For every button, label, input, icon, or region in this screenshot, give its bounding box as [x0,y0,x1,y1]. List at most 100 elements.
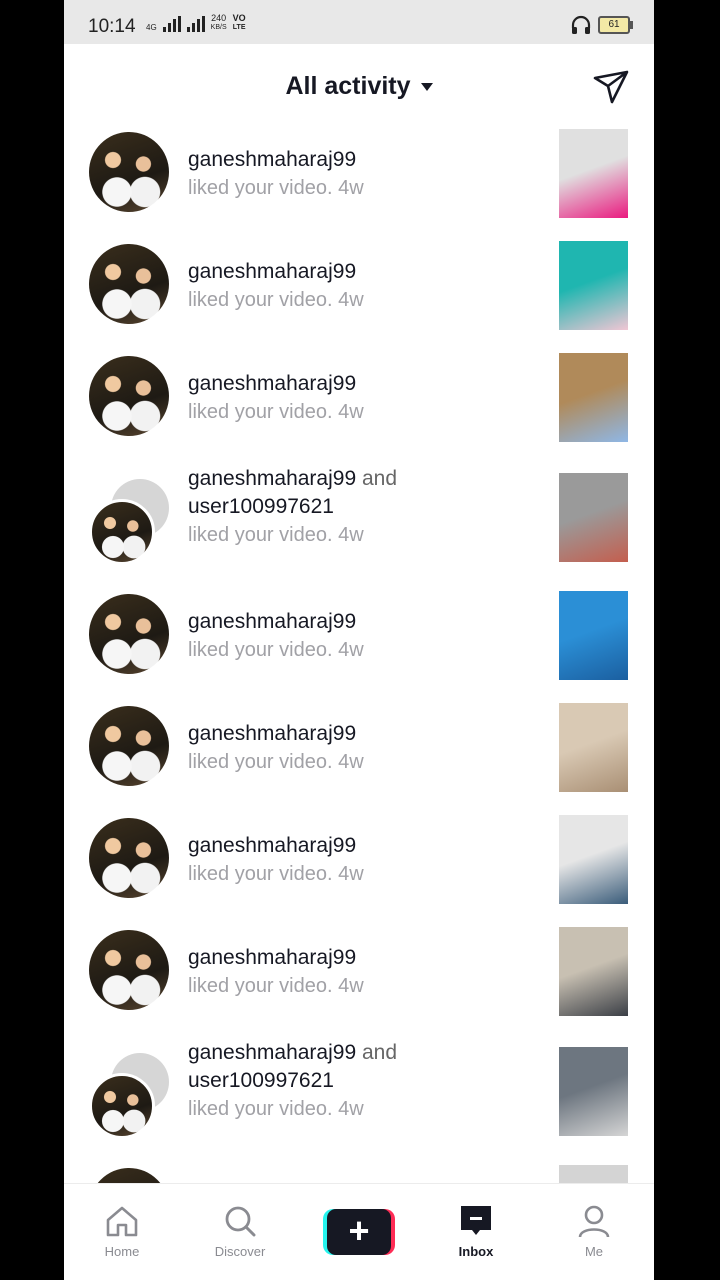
nav-me-label: Me [584,1244,604,1259]
action-text: liked your video. [188,639,333,661]
inbox-header: All activity [64,60,654,116]
activity-filter-dropdown[interactable]: All activity [64,72,654,101]
activity-row[interactable]: ganeshmaharaj99 liked your video. 4w [64,349,654,461]
avatar[interactable] [89,1168,169,1183]
video-thumbnail[interactable] [559,927,628,1016]
activity-row[interactable]: ganeshmaharaj99 liked your video. 4w [64,587,654,699]
stacked-avatars[interactable] [89,1053,175,1139]
avatar[interactable] [89,706,169,786]
nav-me[interactable]: Me [554,1202,634,1259]
create-video-button[interactable]: + [323,1209,395,1255]
activity-row[interactable]: ganeshmaharaj99 and user100997621 liked yo… [64,1035,654,1161]
activity-row[interactable]: ganeshmaharaj99 liked your video. 4w [64,237,654,349]
volte-bottom: LTE [232,24,246,31]
username[interactable]: ganeshmaharaj99 [188,467,356,490]
activity-row[interactable]: ganeshmaharaj99 liked your video. 4w [64,699,654,811]
timestamp: 4w [338,177,364,199]
username[interactable]: ganeshmaharaj99 [188,944,528,972]
avatar [89,1073,155,1139]
action-line: liked your video. 4w [188,521,528,549]
status-time: 10:14 [88,16,136,37]
activity-row[interactable]: ganeshmaharaj99 [64,1161,654,1183]
video-thumbnail[interactable] [559,241,628,330]
video-thumbnail[interactable] [559,1165,628,1183]
status-right: 61 [570,15,633,35]
nav-home-label: Home [104,1244,140,1259]
activity-text: ganeshmaharaj99 liked your video. 4w [188,608,528,664]
signal-bars-icon [162,16,181,32]
timestamp: 4w [338,639,364,661]
username[interactable]: ganeshmaharaj99 [188,1041,356,1064]
video-thumbnail[interactable] [559,353,628,442]
headphones-icon [571,15,591,34]
and-text: and [361,1041,398,1064]
video-thumbnail[interactable] [559,473,628,562]
action-line: liked your video. 4w [188,636,528,664]
avatar [89,499,155,565]
video-thumbnail[interactable] [559,129,628,218]
stacked-avatars[interactable] [89,479,175,565]
video-thumbnail[interactable] [559,591,628,680]
avatar[interactable] [89,132,169,212]
action-text: liked your video. [188,289,333,311]
activity-row[interactable]: ganeshmaharaj99 and user100997621 liked yo… [64,461,654,587]
timestamp: 4w [338,751,364,773]
activity-text: ganeshmaharaj99 liked your video. 4w [188,944,528,1000]
action-text: liked your video. [188,975,333,997]
nav-inbox[interactable]: Inbox [436,1202,516,1259]
activity-text: ganeshmaharaj99 and user100997621 liked yo… [188,465,528,549]
inbox-icon [461,1206,491,1235]
activity-list: ganeshmaharaj99 liked your video. 4w ganes… [64,125,654,1183]
avatar[interactable] [89,594,169,674]
second-username[interactable]: user100997621 [188,493,528,521]
second-username[interactable]: user100997621 [188,1067,528,1095]
activity-text: ganeshmaharaj99 liked your video. 4w [188,832,528,888]
username-line: ganeshmaharaj99 and [188,465,528,493]
username[interactable]: ganeshmaharaj99 [188,258,528,286]
action-line: liked your video. 4w [188,286,528,314]
video-thumbnail[interactable] [559,703,628,792]
username[interactable]: ganeshmaharaj99 [188,720,528,748]
home-icon [106,1206,138,1237]
network-type: 4G [146,23,157,32]
status-bar: 10:14 4G 240 KB/S VO LTE 61 [64,0,654,44]
speed-unit: KB/S [210,24,227,31]
activity-row[interactable]: ganeshmaharaj99 liked your video. 4w [64,125,654,237]
nav-discover-label: Discover [214,1244,266,1259]
direct-message-icon[interactable] [592,68,630,106]
avatar[interactable] [89,244,169,324]
avatar[interactable] [89,356,169,436]
signal-bars-2-icon [186,16,205,32]
plus-icon: + [327,1209,391,1255]
avatar[interactable] [89,818,169,898]
action-text: liked your video. [188,401,333,423]
nav-discover[interactable]: Discover [200,1202,280,1259]
video-thumbnail[interactable] [559,1047,628,1136]
username[interactable]: ganeshmaharaj99 [188,146,528,174]
activity-text: ganeshmaharaj99 liked your video. 4w [188,720,528,776]
action-text: liked your video. [188,863,333,885]
action-text: liked your video. [188,1098,333,1120]
action-text: liked your video. [188,751,333,773]
timestamp: 4w [338,863,364,885]
speed-value: 240 [211,13,227,23]
username[interactable]: ganeshmaharaj99 [188,608,528,636]
search-icon [225,1206,256,1237]
and-text: and [361,467,398,490]
volte-top: VO [232,13,246,23]
timestamp: 4w [338,289,364,311]
nav-home[interactable]: Home [82,1202,162,1259]
username[interactable]: ganeshmaharaj99 [188,832,528,860]
activity-text: ganeshmaharaj99 liked your video. 4w [188,146,528,202]
avatar[interactable] [89,930,169,1010]
volte-indicator: VO LTE [233,14,246,32]
activity-row[interactable]: ganeshmaharaj99 liked your video. 4w [64,811,654,923]
action-text: liked your video. [188,177,333,199]
action-text: liked your video. [188,524,333,546]
username[interactable]: ganeshmaharaj99 [188,370,528,398]
action-line: liked your video. 4w [188,174,528,202]
video-thumbnail[interactable] [559,815,628,904]
activity-row[interactable]: ganeshmaharaj99 liked your video. 4w [64,923,654,1035]
battery-icon: 61 [598,16,633,34]
action-line: liked your video. 4w [188,398,528,426]
